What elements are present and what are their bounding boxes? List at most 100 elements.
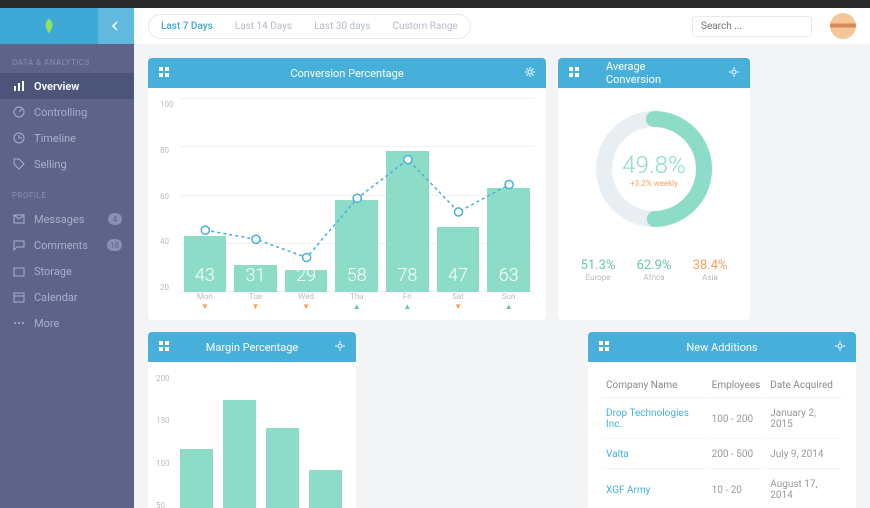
col-employees: Employees [708,374,765,398]
xlabel: Sun▲ [487,292,530,310]
bar: 31 [234,265,277,292]
cell-employees: 100 - 200 [708,400,765,439]
cell-company[interactable]: XGF Army [602,471,706,508]
tag-icon [12,157,26,171]
xlabel: Mon▼ [184,292,227,310]
card-average: Average Conversion 49.8% +3.2% weekl [558,58,750,320]
bar: 47 [437,227,480,292]
box-icon [12,264,26,278]
topbar: Last 7 Days Last 14 Days Last 30 days Cu… [134,8,870,44]
bar-value: 47 [448,265,468,292]
bar [266,428,299,508]
xlabel: Tue▼ [234,292,277,310]
bar-value: 29 [296,265,316,292]
sidebar-item-calendar[interactable]: Calendar [0,284,134,310]
col-date: Date Acquired [766,374,842,398]
mini-stat-asia: 38.4%Asia [693,258,728,282]
sidebar-item-storage[interactable]: Storage [0,258,134,284]
sidebar-item-messages[interactable]: Messages 4 [0,206,134,232]
sidebar-section-label: PROFILE [0,177,134,206]
sidebar-item-selling[interactable]: Selling [0,151,134,177]
card-title: Conversion Percentage [290,67,403,80]
cell-date: July 9, 2014 [766,441,842,469]
pill-last-30-days[interactable]: Last 30 days [304,17,380,36]
sidebar-item-controlling[interactable]: Controlling [0,99,134,125]
sidebar-item-label: Overview [34,80,79,93]
gear-icon[interactable] [334,340,346,355]
sidebar-item-label: Controlling [34,106,87,119]
search-input[interactable] [692,16,812,37]
cell-company[interactable]: Valta [602,441,706,469]
clock-icon [12,131,26,145]
pill-custom-range[interactable]: Custom Range [382,17,467,36]
collapse-sidebar-button[interactable] [98,8,134,44]
content: Conversion Percentage 100 80 60 40 20 [134,44,870,508]
gear-icon[interactable] [728,66,740,81]
sidebar-item-label: More [34,317,59,330]
dial-icon [12,105,26,119]
sidebar-item-label: Storage [34,265,72,278]
grip-icon[interactable] [158,66,170,81]
ytick: 80 [160,146,174,155]
sidebar-item-label: Selling [34,158,67,171]
bar-value: 63 [499,265,519,292]
table-row[interactable]: XGF Army10 - 20August 17, 2014 [602,471,842,508]
grip-icon[interactable] [568,66,580,81]
donut-chart: 49.8% +3.2% weekly [589,104,719,234]
gear-icon[interactable] [524,66,536,81]
grip-icon[interactable] [598,340,610,355]
sidebar-item-comments[interactable]: Comments 18 [0,232,134,258]
logo [0,8,98,44]
bar [180,449,213,508]
ytick: 100 [160,100,174,109]
xlabel: Fri▲ [386,292,429,310]
conversion-chart: 100 80 60 40 20 43312958784763 Mon▼Tue▼W… [160,98,534,310]
bar-value: 31 [245,265,265,292]
pill-last-7-days[interactable]: Last 7 Days [151,17,223,36]
chat-icon [12,238,26,252]
grip-icon[interactable] [158,340,170,355]
gear-icon[interactable] [834,340,846,355]
date-range-pills: Last 7 Days Last 14 Days Last 30 days Cu… [148,14,471,39]
sidebar-item-timeline[interactable]: Timeline [0,125,134,151]
mini-stat-europe: 51.3%Europe [581,258,616,282]
card-conversion: Conversion Percentage 100 80 60 40 20 [148,58,546,320]
sidebar-item-overview[interactable]: Overview [0,73,134,99]
chevron-left-icon [111,21,121,31]
sidebar-item-more[interactable]: More [0,310,134,336]
ytick: 50 [156,501,170,508]
cell-employees: 10 - 20 [708,471,765,508]
donut-value: 49.8% [622,151,685,179]
bar: 43 [184,236,227,292]
donut-subtext: +3.2% weekly [630,179,678,188]
sidebar: DATA & ANALYTICS Overview Controlling Ti… [0,8,134,508]
sidebar-item-label: Messages [34,213,84,226]
card-title: New Additions [686,341,757,354]
cell-date: January 2, 2015 [766,400,842,439]
table-row[interactable]: Drop Technologies Inc.100 - 200January 2… [602,400,842,439]
sidebar-item-label: Calendar [34,291,78,304]
table-row[interactable]: Valta200 - 500July 9, 2014 [602,441,842,469]
badge: 18 [107,239,122,251]
xlabel: Sat▼ [437,292,480,310]
avatar[interactable] [830,13,856,39]
bar: 58 [335,200,378,292]
mail-icon [12,212,26,226]
bar-value: 43 [195,265,215,292]
bar [309,470,342,508]
mini-stat-africa: 62.9%Africa [637,258,672,282]
card-margin: Margin Percentage 200 150 100 50 [148,332,356,508]
ytick: 200 [156,374,170,383]
xlabel: Thu▲ [335,292,378,310]
bar [223,400,256,508]
cell-company[interactable]: Drop Technologies Inc. [602,400,706,439]
bar: 29 [285,270,328,292]
sidebar-item-label: Timeline [34,132,76,145]
calendar-icon [12,290,26,304]
bar-chart-icon [12,79,26,93]
dots-icon [12,316,26,330]
pill-last-14-days[interactable]: Last 14 Days [225,17,302,36]
ytick: 60 [160,192,174,201]
ytick: 20 [160,283,174,292]
bar-value: 58 [347,265,367,292]
